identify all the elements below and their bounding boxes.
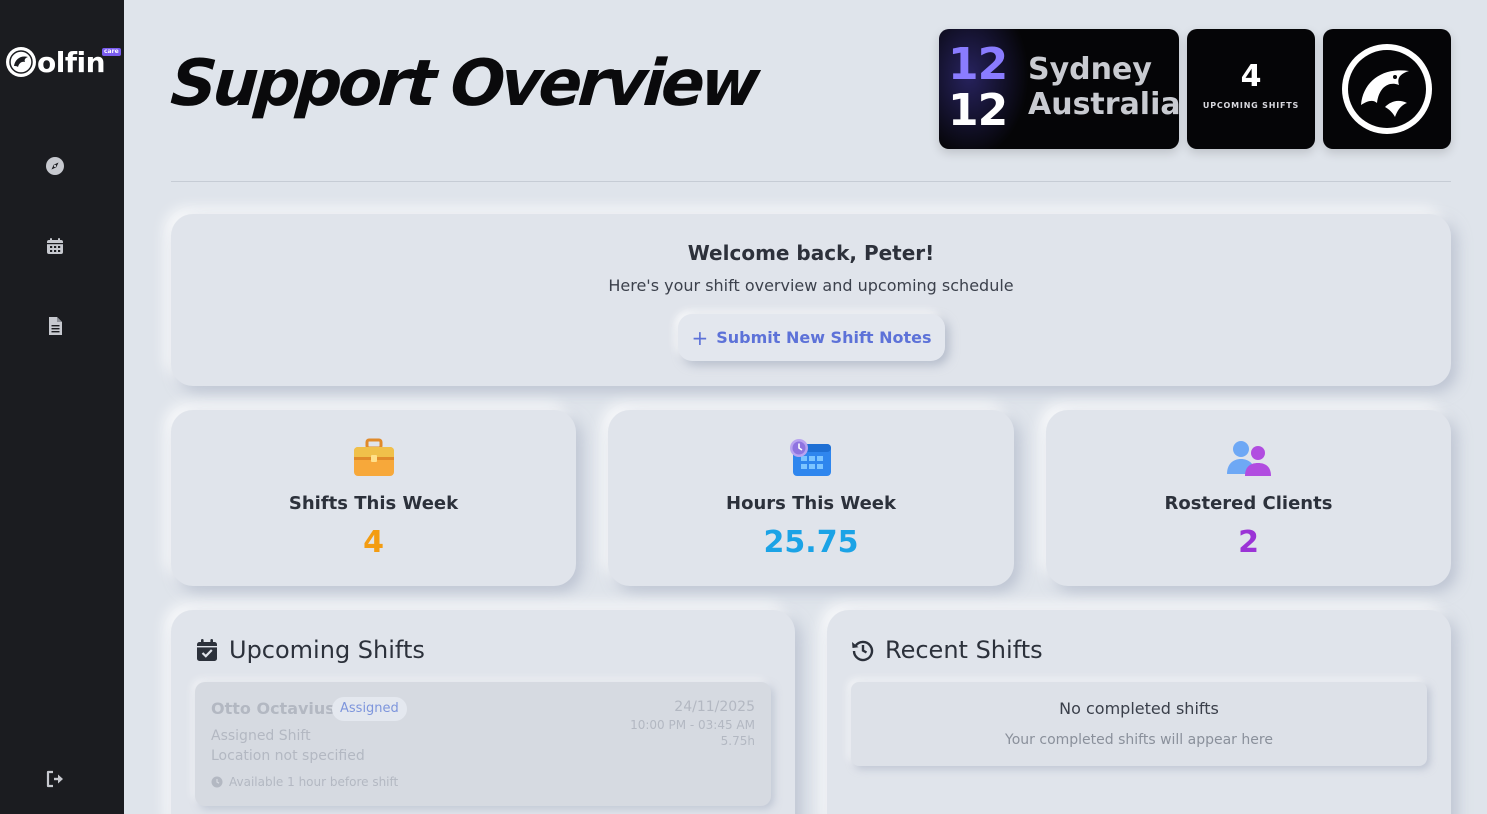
stat-label: Hours This Week — [726, 493, 896, 514]
sidebar-item-explore[interactable] — [44, 155, 66, 177]
recent-shifts-header: Recent Shifts — [851, 634, 1043, 666]
history-icon — [852, 640, 874, 662]
shift-availability-text: Available 1 hour before shift — [229, 775, 399, 789]
status-badge: Assigned — [332, 697, 407, 721]
welcome-card: Welcome back, Peter! Here's your shift o… — [171, 214, 1451, 386]
shift-date: 24/11/2025 — [674, 699, 755, 715]
clock-icon — [211, 776, 223, 788]
sidebar: olfin care — [0, 0, 124, 814]
clock-tile: 12 12 Sydney Australia — [939, 29, 1179, 149]
clock-hour: 12 — [948, 39, 1008, 90]
briefcase-icon — [352, 438, 396, 478]
submit-shift-notes-label: Submit New Shift Notes — [716, 328, 932, 347]
brand-badge: care — [102, 48, 121, 56]
welcome-subtitle: Here's your shift overview and upcoming … — [608, 276, 1014, 295]
shift-client-name: Otto Octavius — [211, 699, 335, 718]
shift-type: Assigned Shift — [211, 728, 311, 744]
shift-time: 10:00 PM - 03:45 AM — [630, 718, 755, 732]
stat-value-shifts: 4 — [363, 525, 384, 560]
shift-hours: 5.75h — [720, 734, 755, 748]
dolphin-logo-icon — [1342, 44, 1432, 134]
upcoming-shifts-tile[interactable]: 4 UPCOMING SHIFTS — [1187, 29, 1315, 149]
stat-card-shifts: Shifts This Week 4 — [171, 410, 576, 586]
stat-label: Rostered Clients — [1164, 493, 1333, 514]
brand-logo[interactable]: olfin care — [6, 44, 121, 84]
logout-button[interactable] — [44, 768, 66, 790]
stat-card-hours: Hours This Week 25.75 — [608, 410, 1014, 586]
recent-shifts-panel: Recent Shifts No completed shifts Your c… — [827, 610, 1451, 814]
header-divider — [171, 181, 1451, 182]
upcoming-shifts-panel: Upcoming Shifts Otto Octavius Assigned A… — [171, 610, 795, 814]
upcoming-shifts-title: Upcoming Shifts — [229, 636, 425, 664]
shift-availability-note: Available 1 hour before shift — [211, 774, 398, 790]
stat-value-hours: 25.75 — [763, 525, 859, 560]
submit-shift-notes-button[interactable]: + Submit New Shift Notes — [678, 314, 945, 361]
sidebar-item-documents[interactable] — [44, 315, 66, 337]
upcoming-shifts-header: Upcoming Shifts — [195, 634, 425, 666]
upcoming-shifts-count: 4 — [1240, 59, 1262, 94]
empty-state-subtitle: Your completed shifts will appear here — [1005, 732, 1273, 748]
stat-label: Shifts This Week — [288, 493, 459, 514]
recent-shifts-empty-state: No completed shifts Your completed shift… — [851, 682, 1427, 766]
compass-icon — [46, 157, 64, 175]
shift-card[interactable]: Otto Octavius Assigned Assigned Shift Lo… — [195, 682, 771, 806]
plus-icon: + — [691, 325, 709, 350]
calendar-clock-icon — [789, 438, 833, 478]
document-icon — [49, 317, 62, 335]
stat-value-clients: 2 — [1238, 525, 1259, 560]
calendar-check-icon — [197, 639, 217, 661]
brand-name: olfin — [37, 46, 106, 79]
upcoming-shifts-label: UPCOMING SHIFTS — [1202, 101, 1300, 110]
dolphin-logo-icon — [6, 47, 36, 77]
clock-city: Sydney — [1028, 52, 1152, 87]
clock-country: Australia — [1028, 87, 1179, 122]
page-title: Support Overview — [168, 47, 759, 121]
shift-location: Location not specified — [211, 748, 365, 764]
logo-tile — [1323, 29, 1451, 149]
sidebar-item-calendar[interactable] — [44, 235, 66, 257]
empty-state-title: No completed shifts — [1059, 699, 1219, 718]
recent-shifts-title: Recent Shifts — [885, 636, 1043, 664]
welcome-title: Welcome back, Peter! — [687, 241, 935, 265]
users-icon — [1226, 438, 1271, 478]
logout-icon — [46, 770, 63, 788]
calendar-icon — [47, 238, 63, 254]
clock-minute: 12 — [948, 85, 1008, 136]
stat-card-clients: Rostered Clients 2 — [1046, 410, 1451, 586]
